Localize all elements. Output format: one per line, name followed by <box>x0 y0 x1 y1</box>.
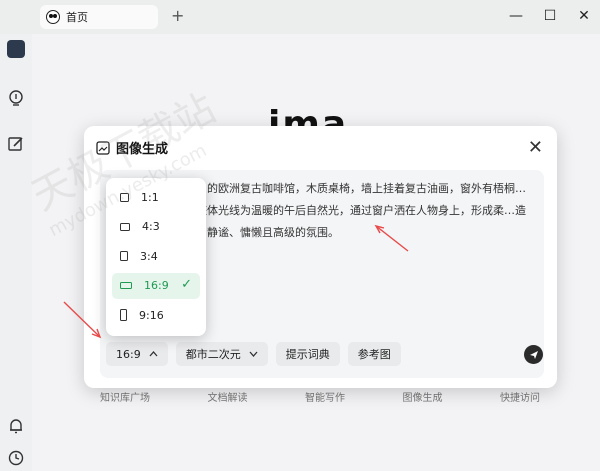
annotation-arrow-ratio <box>63 301 101 338</box>
annotation-arrows <box>63 224 409 339</box>
annotation-arrow-prompt <box>375 225 409 252</box>
